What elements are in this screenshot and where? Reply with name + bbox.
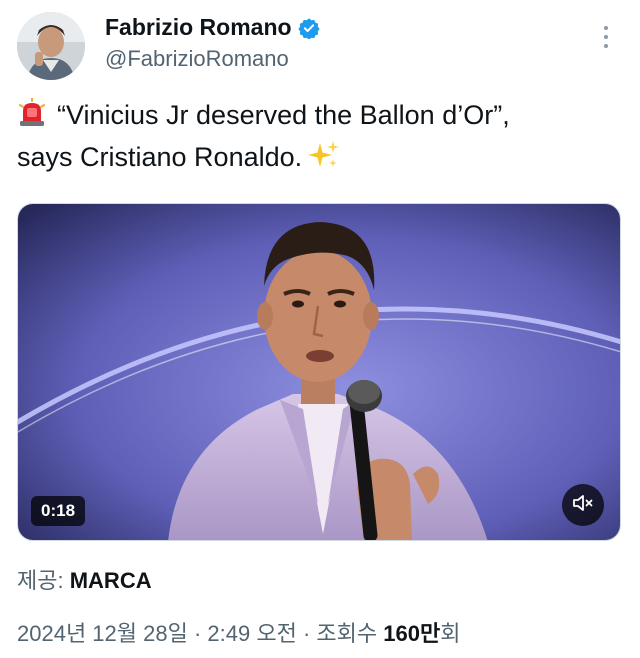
source-label: 제공:: [17, 568, 64, 593]
more-options-icon[interactable]: [596, 22, 616, 52]
tweet-date[interactable]: 2024년 12월 28일: [17, 621, 188, 646]
muted-speaker-icon: [571, 491, 595, 520]
tweet-text-line2: says Cristiano Ronaldo.: [17, 142, 303, 172]
video-source: 제공: MARCA: [17, 563, 152, 595]
tweet-meta: 2024년 12월 28일 · 2:49 오전 · 조회수 160만회: [17, 616, 460, 648]
tweet-text-line1: “Vinicius Jr deserved the Ballon d’Or”,: [57, 100, 510, 130]
views-count: 160만: [383, 621, 440, 646]
views-suffix: 회: [440, 621, 461, 646]
rotating-light-icon: [17, 97, 47, 128]
tweet-card: Fabrizio Romano @FabrizioRomano “Viniciu…: [0, 0, 640, 658]
source-name-link[interactable]: MARCA: [70, 568, 152, 593]
sparkles-icon: [308, 139, 340, 171]
mute-toggle-button[interactable]: [562, 484, 604, 526]
meta-separator: ·: [193, 621, 202, 646]
views-label: 조회수: [316, 621, 378, 646]
video-frame: [18, 204, 620, 540]
video-duration-badge: 0:18: [31, 496, 86, 526]
meta-separator: ·: [302, 621, 311, 646]
author-handle[interactable]: @FabrizioRomano: [105, 46, 289, 72]
views-count-number: 160만: [383, 621, 441, 646]
author-display-name[interactable]: Fabrizio Romano: [105, 14, 292, 41]
tweet-time[interactable]: 2:49 오전: [207, 621, 296, 646]
tweet-text: “Vinicius Jr deserved the Ballon d’Or”, …: [17, 94, 617, 178]
avatar[interactable]: [17, 12, 85, 80]
verified-badge-icon: [297, 17, 320, 40]
author-name-row: Fabrizio Romano: [105, 14, 320, 41]
video-player[interactable]: 0:18: [17, 203, 621, 541]
